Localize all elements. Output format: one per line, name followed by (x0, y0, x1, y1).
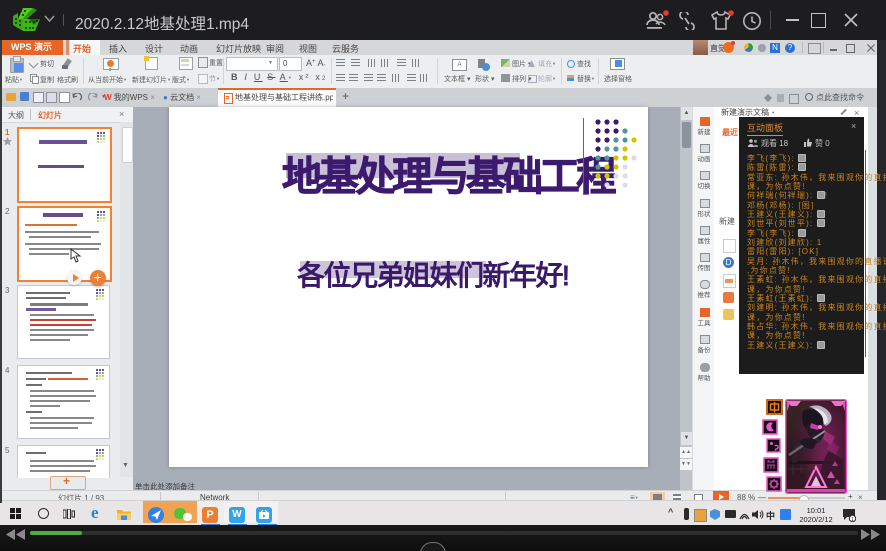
svg-text:1: 1 (851, 517, 854, 522)
